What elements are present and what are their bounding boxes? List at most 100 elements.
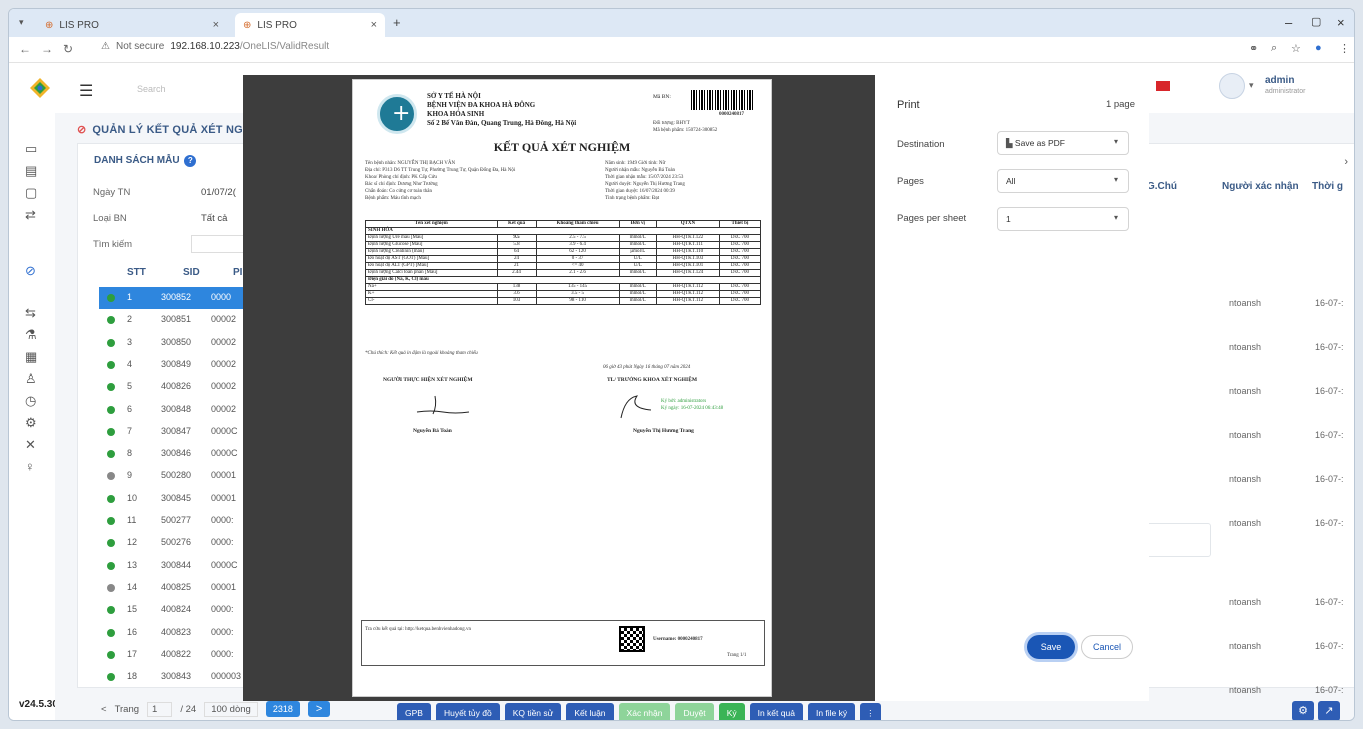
filter-type-select[interactable]: Tất cả	[201, 213, 227, 224]
col-stt[interactable]: STT	[127, 267, 146, 278]
action-button[interactable]: Huyết tủy đồ	[435, 703, 500, 720]
app-logo-icon[interactable]	[29, 77, 51, 99]
close-icon[interactable]: ×	[371, 19, 377, 31]
kebab-menu-icon[interactable]: ⋮	[1339, 42, 1350, 55]
password-key-icon[interactable]: ⚭	[1249, 42, 1258, 55]
global-search-input[interactable]: Search	[137, 84, 166, 94]
zoom-icon[interactable]: ⌕	[1271, 42, 1277, 55]
settings-button[interactable]: ⚙	[1292, 701, 1314, 720]
chevron-down-icon[interactable]: ▾	[1249, 80, 1254, 91]
swap-icon[interactable]: ⇆	[25, 305, 36, 321]
table-row[interactable]: 15 400824 0000:	[99, 599, 243, 621]
col-sid[interactable]: SID	[183, 267, 200, 278]
avatar[interactable]	[1219, 73, 1245, 99]
page-number-input[interactable]: 1	[147, 701, 173, 717]
monitor-icon[interactable]: ▭	[25, 141, 37, 157]
action-button[interactable]: GPB	[397, 703, 431, 720]
action-button[interactable]: Ký	[718, 703, 745, 720]
results-cell: DxC 700	[718, 262, 762, 270]
table-row[interactable]: 16 400823 0000:	[99, 622, 243, 644]
action-button[interactable]: Duyệt	[675, 703, 714, 720]
next-page-button[interactable]: >	[307, 701, 331, 717]
hamburger-menu-icon[interactable]: ☰	[79, 81, 93, 101]
table-row[interactable]: 4 300849 00002	[99, 354, 243, 376]
table-row[interactable]: 12 500276 0000:	[99, 532, 243, 554]
action-button[interactable]: Xác nhận	[618, 703, 671, 720]
row-pid: 000003	[211, 671, 242, 682]
table-row[interactable]: 3 300850 00002	[99, 332, 243, 354]
col-receiver[interactable]: Người xác nhận	[1222, 181, 1299, 192]
report-note: *Chú thích: Kết quả in đậm là ngoài khoả…	[365, 351, 478, 356]
action-button[interactable]: Kết luận	[566, 703, 614, 720]
table-row[interactable]: 6 300848 00002	[99, 399, 243, 421]
user-icon[interactable]: ♀	[25, 459, 35, 474]
rows-per-page-select[interactable]: 100 dòng	[204, 701, 258, 717]
table-row[interactable]: 14 400825 00001	[99, 577, 243, 599]
window-close-icon[interactable]: ×	[1337, 15, 1345, 30]
row-sid: 400822	[161, 648, 192, 659]
hospital-logo-icon	[377, 94, 417, 134]
profile-icon[interactable]: ●	[1315, 42, 1322, 54]
action-button[interactable]: In file ký	[807, 703, 856, 720]
bookmark-star-icon[interactable]: ☆	[1291, 42, 1301, 55]
table-row[interactable]: 18 300843 000003	[99, 666, 243, 688]
col-time[interactable]: Thời g	[1312, 181, 1343, 192]
row-receiver: ntoansh	[1229, 474, 1262, 484]
settings-icon[interactable]: ⚙	[25, 415, 37, 431]
destination-select[interactable]: ▙ Save as PDF ▾	[997, 131, 1129, 155]
col-note[interactable]: G.Chú	[1147, 181, 1177, 192]
esign-line: Ký ngày: 16-07-2024 06:43:48	[661, 406, 724, 411]
expand-button[interactable]: ↗	[1318, 701, 1340, 720]
maximize-icon[interactable]: ▢	[1311, 15, 1321, 28]
users-icon[interactable]: ♙	[25, 371, 37, 387]
check-circle-icon[interactable]: ⊘	[25, 263, 36, 279]
expand-chevron-icon[interactable]: ›	[1344, 156, 1348, 168]
document-icon[interactable]: ▤	[25, 163, 37, 179]
table-row[interactable]: 1 300852 0000	[99, 287, 243, 309]
more-actions-icon[interactable]: ⋮	[860, 703, 881, 720]
table-row[interactable]: 5 400826 00002	[99, 376, 243, 398]
table-row[interactable]: 11 500277 0000:	[99, 510, 243, 532]
tab-1[interactable]: ⊕ LIS PRO ×	[37, 13, 227, 37]
col-pid[interactable]: PI	[233, 267, 242, 278]
url-field[interactable]: ⚠ Not secure 192.168.10.223/OneLIS/Valid…	[101, 41, 329, 52]
table-row[interactable]: 8 300846 0000C	[99, 443, 243, 465]
status-dot-icon	[107, 561, 115, 570]
cancel-button[interactable]: Cancel	[1081, 635, 1133, 659]
new-tab-button[interactable]: +	[393, 15, 401, 30]
table-row[interactable]: 17 400822 0000:	[99, 644, 243, 666]
action-button[interactable]: KQ tiền sử	[504, 703, 562, 720]
tools-icon[interactable]: ✕	[25, 437, 36, 453]
filter-date-input[interactable]: 01/07/2(	[201, 187, 236, 198]
save-button[interactable]: Save	[1027, 635, 1075, 659]
table-row[interactable]: 2 300851 00002	[99, 309, 243, 331]
tab-2[interactable]: ⊕ LIS PRO ×	[235, 13, 385, 37]
pages-select[interactable]: All ▾	[997, 169, 1129, 193]
minimize-icon[interactable]: –	[1285, 15, 1292, 30]
table-row[interactable]: 7 300847 0000C	[99, 421, 243, 443]
total-count-badge: 2318	[265, 701, 300, 717]
reload-icon[interactable]: ↻	[63, 42, 73, 56]
filter-search-input[interactable]	[191, 235, 243, 253]
table-row[interactable]: 10 300845 00001	[99, 488, 243, 510]
results-cell: mmol/L	[618, 234, 657, 242]
vietnam-flag-icon[interactable]	[1156, 81, 1170, 91]
report-sid-label: Mã BN:	[653, 94, 671, 100]
tab-search-icon[interactable]: ▾	[19, 17, 24, 28]
forward-icon[interactable]: →	[41, 42, 53, 56]
screen-icon[interactable]: ▢	[25, 185, 37, 201]
flask-icon[interactable]: ⚗	[25, 327, 37, 343]
action-button[interactable]: In kết quả	[749, 703, 803, 720]
help-icon[interactable]: ?	[184, 155, 197, 167]
prev-page-button[interactable]: <	[101, 704, 107, 715]
table-row[interactable]: 13 300844 0000C	[99, 555, 243, 577]
pages-per-sheet-select[interactable]: 1 ▾	[997, 207, 1129, 231]
back-icon[interactable]: ←	[19, 42, 31, 56]
table-row[interactable]: 9 500280 00001	[99, 465, 243, 487]
transfer-icon[interactable]: ⇄	[25, 207, 36, 223]
close-icon[interactable]: ×	[213, 19, 219, 31]
footer-text: Tra cứu kết quả tại: http://ketqua.benhv…	[365, 627, 471, 632]
chart-icon[interactable]: ▦	[25, 349, 37, 365]
status-dot-icon	[107, 427, 115, 436]
clock-icon[interactable]: ◷	[25, 393, 36, 409]
